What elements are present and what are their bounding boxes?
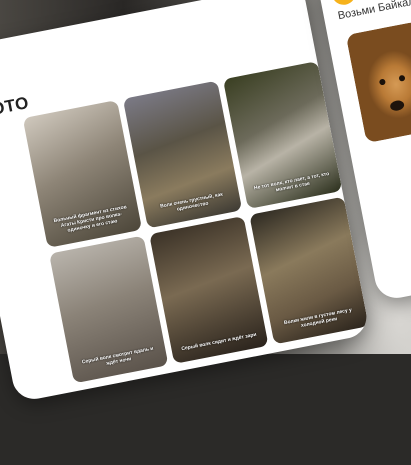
- dog-nose: [389, 99, 405, 112]
- photo-tile[interactable]: Серый волк смотрит вдаль и ждёт ночи: [49, 235, 169, 384]
- channel-avatar: [329, 0, 358, 7]
- photo-card[interactable]: ФОТО Вольный фрагмент из стихов Агаты Кр…: [0, 0, 371, 403]
- photo-grid: Вольный фрагмент из стихов Агаты Кристи …: [22, 61, 369, 384]
- photo-caption: Серый волк смотрит вдаль и ждёт ночи: [81, 345, 154, 367]
- photo-tile[interactable]: Волки жили в густом лесу у холодной реки: [249, 196, 369, 345]
- photo-caption: Не тот волк, кто лает, а тот, кто молчит…: [253, 170, 330, 194]
- dog-eye: [398, 74, 406, 82]
- photo-tile[interactable]: Не тот волк, кто лает, а тот, кто молчит…: [222, 61, 343, 209]
- photo-caption: Волки жили в густом лесу у холодной реки: [283, 307, 353, 329]
- photo-caption: Вольный фрагмент из стихов Агаты Кристи …: [53, 204, 128, 234]
- dog-photo[interactable]: [345, 21, 411, 144]
- dog-eye: [378, 78, 386, 86]
- photo-caption: Волк очень грустный, как одиночество: [159, 191, 224, 213]
- phone-screen: ФОТО Вольный фрагмент из стихов Агаты Кр…: [0, 0, 411, 465]
- photo-tile[interactable]: Вольный фрагмент из стихов Агаты Кристи …: [22, 100, 143, 248]
- photo-tile[interactable]: Волк очень грустный, как одиночество: [122, 80, 243, 229]
- photo-caption: Серый волк сидит и ждёт зари: [180, 331, 257, 353]
- photo-tile[interactable]: Серый волк сидит и ждёт зари: [149, 216, 269, 364]
